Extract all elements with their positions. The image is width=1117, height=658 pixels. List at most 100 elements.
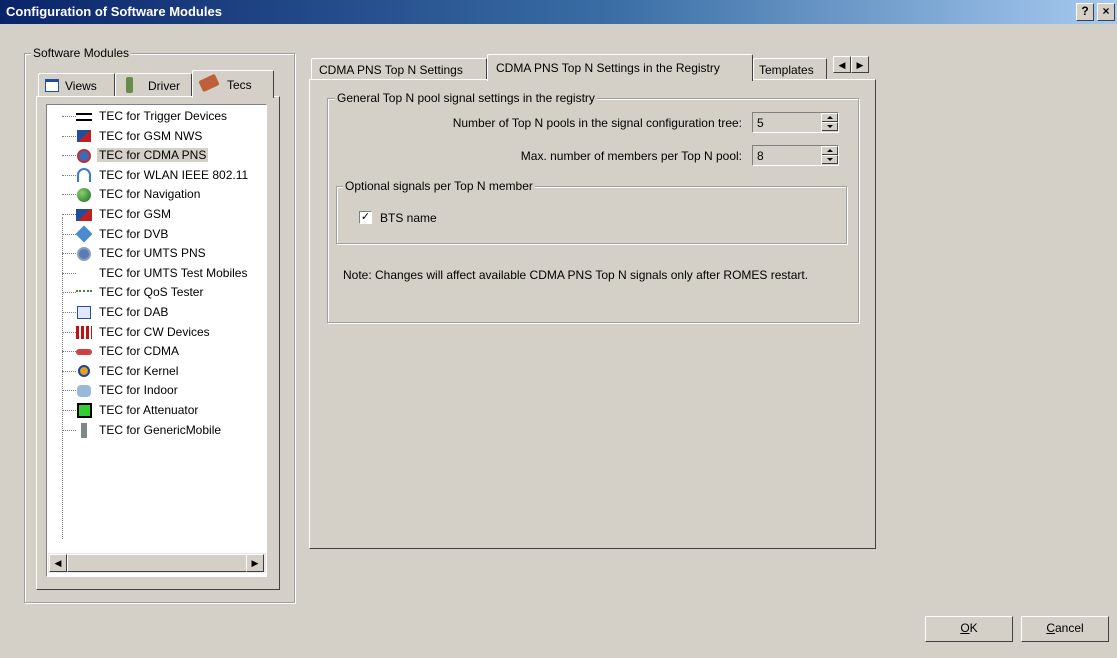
pools-value: 5 — [757, 116, 764, 130]
spin-up-icon[interactable] — [822, 146, 838, 155]
tree-item[interactable]: TEC for DVB — [47, 225, 266, 244]
umts-test-icon — [75, 265, 93, 282]
tree-item-label: TEC for DAB — [99, 305, 169, 319]
tree-item-label: TEC for GSM NWS — [99, 128, 203, 143]
tab-views[interactable]: Views — [38, 73, 115, 97]
spin-down-icon[interactable] — [822, 155, 838, 164]
tree-connector — [62, 135, 76, 137]
qos-icon — [75, 284, 93, 301]
ok-label: K — [969, 621, 978, 635]
tree-connector — [62, 174, 76, 176]
cancel-label: ancel — [1054, 621, 1084, 635]
help-button[interactable]: ? — [1076, 3, 1094, 21]
dab-icon — [75, 304, 93, 321]
wlan-icon — [75, 167, 93, 184]
tree-item[interactable]: TEC for Indoor — [47, 381, 266, 400]
tree-item[interactable]: TEC for Attenuator — [47, 401, 266, 420]
tree-item[interactable]: TEC for WLAN IEEE 802.11 — [47, 166, 266, 185]
spin-down-icon[interactable] — [822, 122, 838, 131]
ok-mnemonic: O — [960, 621, 970, 635]
tree-connector — [62, 429, 76, 431]
tab-cdma-pns-registry[interactable]: CDMA PNS Top N Settings in the Registry — [487, 54, 753, 81]
cancel-mnemonic: C — [1046, 621, 1055, 635]
members-spinner[interactable]: 8 — [752, 145, 839, 166]
tree-item[interactable]: TEC for GenericMobile — [47, 421, 266, 440]
restart-note: Note: Changes will affect available CDMA… — [343, 268, 809, 282]
tree-item-label: TEC for Attenuator — [99, 403, 199, 417]
tree-item[interactable]: TEC for UMTS PNS — [47, 244, 266, 263]
tree-item[interactable]: TEC for UMTS Test Mobiles — [47, 264, 266, 283]
tree-item[interactable]: TEC for Kernel — [47, 362, 266, 381]
spin-up-icon[interactable] — [822, 113, 838, 122]
scroll-left-arrow-icon[interactable]: ◀ — [49, 554, 67, 572]
tree-item-label: TEC for Kernel — [99, 363, 179, 378]
scroll-thumb[interactable] — [67, 554, 251, 572]
tree-horizontal-scrollbar[interactable]: ◀ ▶ — [48, 553, 266, 573]
tree-connector — [62, 370, 76, 372]
tree-item-label: TEC for CDMA — [99, 344, 180, 359]
optional-signals-title: Optional signals per Top N member — [343, 179, 535, 193]
tab-driver[interactable]: Driver — [115, 73, 192, 97]
members-label: Max. number of members per Top N pool: — [520, 149, 742, 163]
indoor-icon — [75, 382, 93, 399]
generic-mobile-icon — [75, 422, 93, 439]
tree-connector — [62, 351, 76, 353]
tree-connector — [62, 214, 76, 215]
tree-item-label: TEC for CDMA PNS — [97, 148, 209, 163]
software-modules-title: Software Modules — [31, 46, 132, 60]
tree-connector — [62, 292, 76, 294]
tree-item[interactable]: TEC for GSM — [47, 205, 266, 224]
tree-item-label: TEC for Trigger Devices — [99, 109, 228, 123]
navigation-icon — [75, 186, 93, 203]
tree-item-label: TEC for QoS Tester — [99, 285, 204, 300]
tree-item[interactable]: TEC for CDMA PNS — [47, 146, 266, 165]
tree-connector — [62, 331, 76, 333]
tecs-icon — [198, 73, 220, 93]
tab-scroll-left-icon[interactable]: ◀ — [833, 56, 851, 73]
title-bar: Configuration of Software Modules ? × — [0, 0, 1117, 24]
tree-item[interactable]: TEC for QoS Tester — [47, 283, 266, 302]
tree-connector — [62, 272, 76, 274]
scroll-right-arrow-icon[interactable]: ▶ — [246, 554, 264, 572]
cdma-icon — [75, 343, 93, 360]
tree-item[interactable]: TEC for Navigation — [47, 185, 266, 204]
tab-scroll-right-icon[interactable]: ▶ — [851, 56, 869, 73]
tree-item-label: TEC for CW Devices — [99, 324, 210, 339]
tree-item-label: TEC for WLAN IEEE 802.11 — [99, 167, 249, 182]
tree-connector — [62, 253, 76, 255]
tab-templates-label: Templates — [759, 63, 814, 77]
ok-button[interactable]: OK — [925, 616, 1013, 642]
tab-cdma-pns-top-n-settings[interactable]: CDMA PNS Top N Settings — [311, 58, 487, 80]
tab-tecs[interactable]: Tecs — [192, 70, 274, 98]
tree-item[interactable]: TEC for Trigger Devices — [47, 107, 266, 126]
tree-item-label: TEC for Navigation — [99, 187, 201, 202]
tree-item[interactable]: TEC for GSM NWS — [47, 127, 266, 146]
window-icon — [45, 79, 59, 92]
tree-item-label: TEC for GSM — [99, 207, 172, 221]
tree-item-label: TEC for DVB — [99, 226, 169, 241]
tree-item[interactable]: TEC for CDMA — [47, 342, 266, 361]
cancel-button[interactable]: Cancel — [1021, 616, 1109, 642]
tab-driver-label: Driver — [148, 79, 180, 93]
tree-item[interactable]: TEC for CW Devices — [47, 323, 266, 342]
tree-item-label: TEC for GenericMobile — [99, 422, 222, 437]
gsm-nws-icon — [75, 128, 93, 145]
kernel-icon — [75, 363, 93, 380]
window-title: Configuration of Software Modules — [6, 4, 222, 19]
members-spin-buttons[interactable] — [821, 146, 838, 165]
tree-item[interactable]: TEC for DAB — [47, 303, 266, 322]
dvb-icon — [75, 225, 93, 243]
pools-spinner[interactable]: 5 — [752, 112, 839, 133]
umts-pns-icon — [75, 245, 93, 262]
tree-item-label: TEC for UMTS PNS — [99, 246, 206, 261]
tab-templates[interactable]: Templates — [753, 58, 827, 80]
tree-connector — [62, 410, 76, 411]
close-button[interactable]: × — [1097, 3, 1115, 21]
tree-connector — [62, 233, 76, 235]
tec-tree[interactable]: TEC for Trigger Devices TEC for GSM NWS TE… — [46, 104, 267, 577]
tab-views-label: Views — [65, 79, 97, 93]
attenuator-icon — [75, 402, 93, 419]
bts-name-checkbox[interactable]: ✓ — [359, 211, 372, 224]
tab-cdma-pns-registry-label: CDMA PNS Top N Settings in the Registry — [496, 61, 720, 75]
pools-spin-buttons[interactable] — [821, 113, 838, 132]
